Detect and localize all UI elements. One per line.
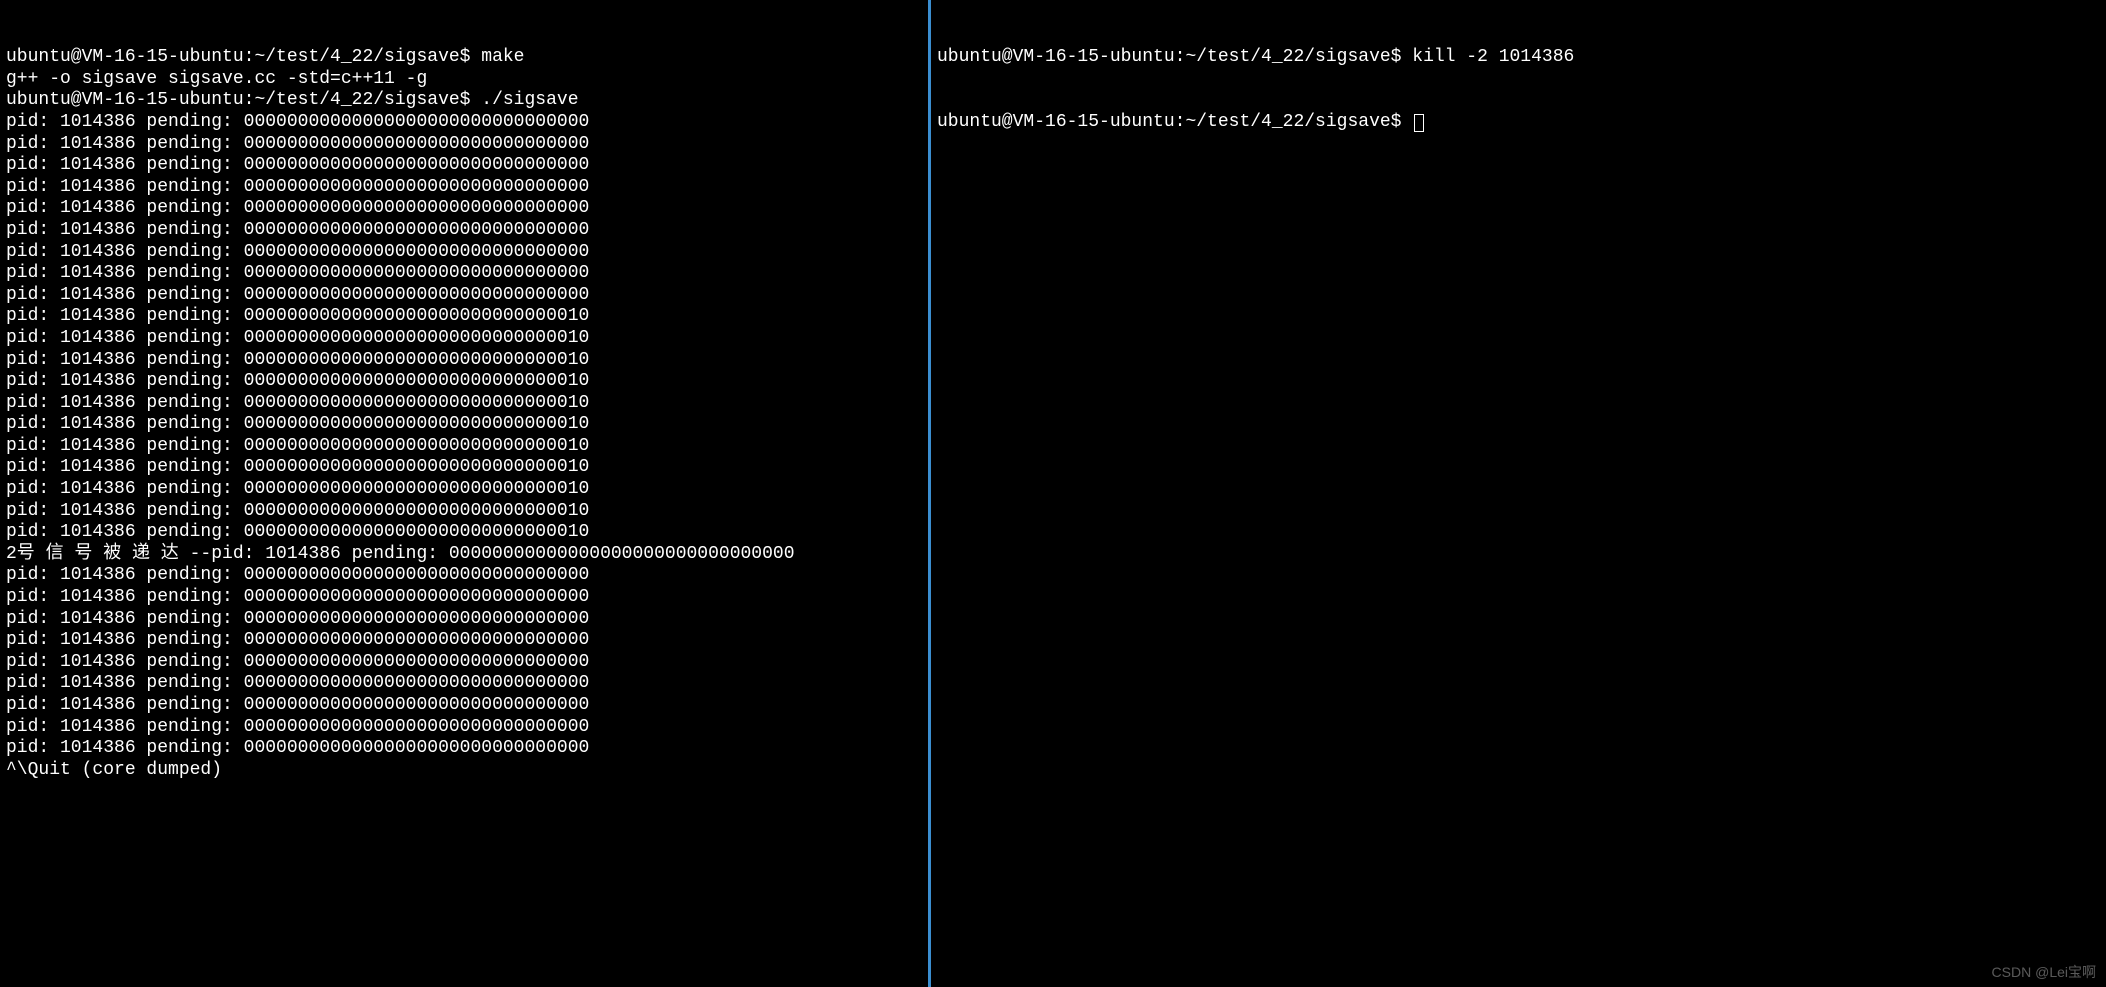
terminal-prompt-line: ubuntu@VM-16-15-ubuntu:~/test/4_22/sigsa… [937,112,2100,134]
terminal-line: pid: 1014386 pending: 000000000000000000… [6,414,922,436]
terminal-line: pid: 1014386 pending: 000000000000000000… [6,134,922,156]
terminal-line: pid: 1014386 pending: 000000000000000000… [6,242,922,264]
terminal-line: pid: 1014386 pending: 000000000000000000… [6,263,922,285]
terminal-line: pid: 1014386 pending: 000000000000000000… [6,371,922,393]
terminal-line: pid: 1014386 pending: 000000000000000000… [6,738,922,760]
terminal-line: 2号 信 号 被 递 达 --pid: 1014386 pending: 000… [6,544,922,566]
terminal-line: pid: 1014386 pending: 000000000000000000… [6,393,922,415]
terminal-line: pid: 1014386 pending: 000000000000000000… [6,198,922,220]
terminal-output-left: ubuntu@VM-16-15-ubuntu:~/test/4_22/sigsa… [6,47,922,781]
terminal-line: pid: 1014386 pending: 000000000000000000… [6,673,922,695]
terminal-line: pid: 1014386 pending: 000000000000000000… [6,652,922,674]
watermark-text: CSDN @Lei宝啊 [1992,964,2096,981]
terminal-line: pid: 1014386 pending: 000000000000000000… [6,285,922,307]
terminal-line: ubuntu@VM-16-15-ubuntu:~/test/4_22/sigsa… [6,47,922,69]
terminal-line: pid: 1014386 pending: 000000000000000000… [6,436,922,458]
terminal-line: pid: 1014386 pending: 000000000000000000… [6,328,922,350]
terminal-line: pid: 1014386 pending: 000000000000000000… [6,155,922,177]
terminal-line: pid: 1014386 pending: 000000000000000000… [6,717,922,739]
terminal-line: pid: 1014386 pending: 000000000000000000… [6,609,922,631]
terminal-line: ubuntu@VM-16-15-ubuntu:~/test/4_22/sigsa… [937,47,2100,69]
terminal-line: pid: 1014386 pending: 000000000000000000… [6,479,922,501]
terminal-right-pane[interactable]: ubuntu@VM-16-15-ubuntu:~/test/4_22/sigsa… [930,0,2106,987]
cursor-icon [1414,114,1424,132]
terminal-line: pid: 1014386 pending: 000000000000000000… [6,457,922,479]
terminal-line: g++ -o sigsave sigsave.cc -std=c++11 -g [6,69,922,91]
terminal-line: pid: 1014386 pending: 000000000000000000… [6,220,922,242]
terminal-line: ubuntu@VM-16-15-ubuntu:~/test/4_22/sigsa… [6,90,922,112]
terminal-line: pid: 1014386 pending: 000000000000000000… [6,522,922,544]
terminal-line: pid: 1014386 pending: 000000000000000000… [6,565,922,587]
terminal-line: pid: 1014386 pending: 000000000000000000… [6,587,922,609]
terminal-line: pid: 1014386 pending: 000000000000000000… [6,177,922,199]
terminal-prompt: ubuntu@VM-16-15-ubuntu:~/test/4_22/sigsa… [937,112,1412,132]
terminal-line: pid: 1014386 pending: 000000000000000000… [6,112,922,134]
terminal-line: pid: 1014386 pending: 000000000000000000… [6,630,922,652]
terminal-line: pid: 1014386 pending: 000000000000000000… [6,306,922,328]
terminal-line: pid: 1014386 pending: 000000000000000000… [6,695,922,717]
terminal-left-pane[interactable]: ubuntu@VM-16-15-ubuntu:~/test/4_22/sigsa… [0,0,930,987]
terminal-line: pid: 1014386 pending: 000000000000000000… [6,501,922,523]
terminal-line: ^\Quit (core dumped) [6,760,922,782]
terminal-line: pid: 1014386 pending: 000000000000000000… [6,350,922,372]
